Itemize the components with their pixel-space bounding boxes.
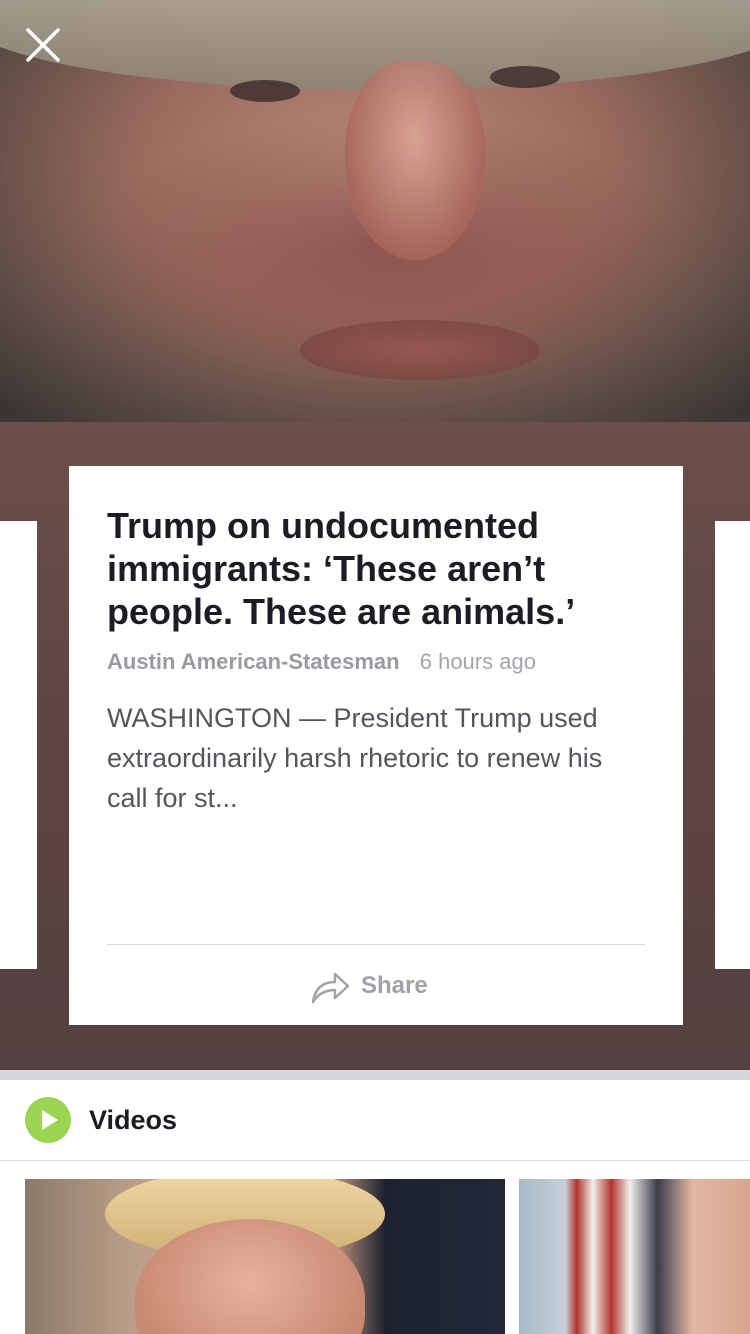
story-timestamp: 6 hours ago [419,649,536,674]
share-label: Share [361,972,428,999]
close-button[interactable] [20,22,66,68]
story-source: Austin American-Statesman [107,649,400,674]
next-story-card[interactable] [715,521,750,969]
section-separator [0,1070,750,1080]
share-button[interactable]: Share [309,964,428,1008]
story-meta: Austin American-Statesman 6 hours ago [107,647,647,677]
story-card[interactable]: Trump on undocumented immigrants: ‘These… [69,466,683,1025]
videos-label: Videos [89,1104,178,1135]
videos-section-header[interactable]: Videos [0,1080,750,1161]
hero-image [0,0,750,422]
video-thumbnail[interactable] [519,1179,750,1334]
previous-story-card[interactable] [0,521,37,969]
card-divider [107,944,645,945]
share-icon [311,972,350,1004]
play-icon [25,1097,71,1143]
story-title[interactable]: Trump on undocumented immigrants: ‘These… [107,504,647,633]
story-summary[interactable]: WASHINGTON — President Trump used extrao… [107,698,647,818]
story-carousel[interactable]: Trump on undocumented immigrants: ‘These… [0,422,750,1070]
close-icon [26,28,60,62]
video-thumbnail[interactable] [25,1179,505,1334]
